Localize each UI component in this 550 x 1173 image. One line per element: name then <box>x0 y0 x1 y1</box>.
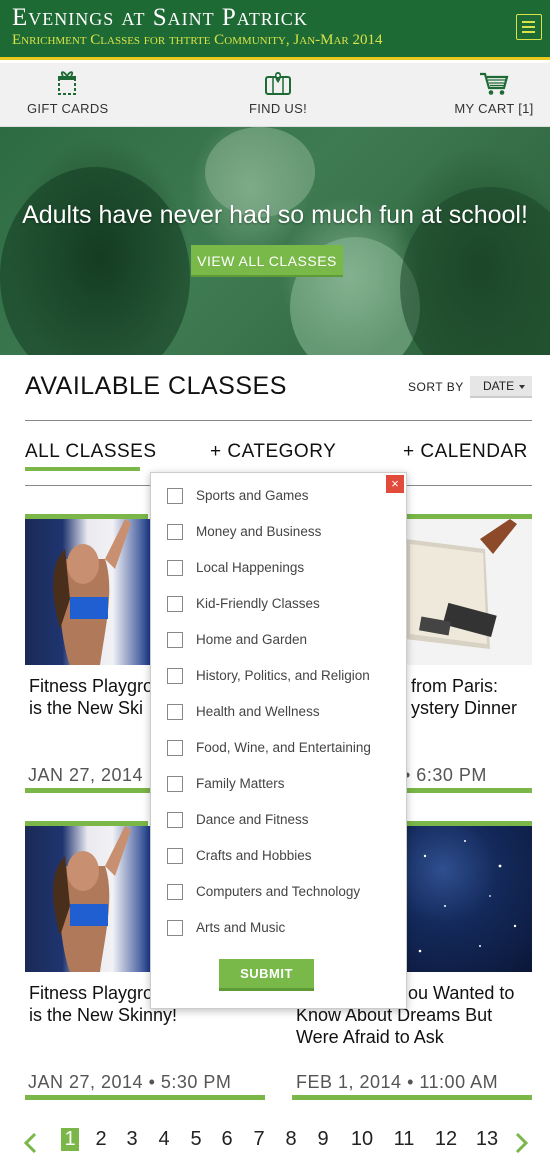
find-us-link[interactable]: FIND US! <box>240 69 316 116</box>
page-13[interactable]: 13 <box>470 1128 504 1151</box>
checkbox[interactable] <box>167 560 183 576</box>
page-1[interactable]: 1 <box>61 1128 79 1151</box>
page-12[interactable]: 12 <box>429 1128 463 1151</box>
page-11[interactable]: 11 <box>387 1128 421 1151</box>
class-card-image[interactable] <box>405 519 532 665</box>
shopping-cart-icon <box>480 72 509 95</box>
book-and-gun-photo <box>405 519 517 649</box>
page-6[interactable]: 6 <box>214 1128 240 1151</box>
checkbox[interactable] <box>167 776 183 792</box>
class-card-date: JAN 27, 2014 <box>28 765 144 785</box>
find-us-label: FIND US! <box>248 101 307 116</box>
page-4[interactable]: 4 <box>151 1128 177 1151</box>
page-9[interactable]: 9 <box>310 1128 336 1151</box>
fitness-photo <box>53 826 131 972</box>
menu-line-icon <box>522 31 535 33</box>
checkbox[interactable] <box>167 740 183 756</box>
card-accent-bar <box>292 1095 532 1100</box>
chevron-right-icon[interactable] <box>514 1132 530 1154</box>
class-card-date: • 6:30 PM <box>404 765 487 785</box>
sort-select[interactable]: DATE <box>470 376 532 398</box>
checkbox[interactable] <box>167 524 183 540</box>
chevron-left-icon[interactable] <box>22 1132 38 1154</box>
checkbox[interactable] <box>167 668 183 684</box>
checkbox[interactable] <box>167 704 183 720</box>
class-card-title[interactable]: from Paris: ystery Dinner <box>411 675 517 719</box>
hero-photo-figure <box>0 167 190 355</box>
menu-line-icon <box>522 21 535 23</box>
site-subtitle: Enrichment Classes for thtrte Community,… <box>12 32 383 48</box>
page-5[interactable]: 5 <box>183 1128 209 1151</box>
pagination: 1 2 3 4 5 6 7 8 9 10 11 12 13 <box>0 1128 550 1158</box>
caret-down-icon <box>519 385 525 389</box>
page-7[interactable]: 7 <box>246 1128 272 1151</box>
my-cart-label: MY CART [1] <box>454 101 534 116</box>
fitness-photo <box>53 519 131 665</box>
gift-icon <box>58 71 76 95</box>
view-all-classes-button[interactable]: VIEW ALL CLASSES <box>191 245 343 277</box>
menu-line-icon <box>522 26 535 28</box>
utility-toolbar: GIFT CARDS FIND US! MY CART [1] <box>0 63 550 127</box>
hero-banner: Adults have never had so much fun at sch… <box>0 127 550 355</box>
class-card-date: JAN 27, 2014 • 5:30 PM <box>28 1072 232 1092</box>
checkbox[interactable] <box>167 488 183 504</box>
checkbox[interactable] <box>167 632 183 648</box>
close-icon[interactable]: × <box>386 475 404 493</box>
page-2[interactable]: 2 <box>88 1128 114 1151</box>
card-accent-bar <box>25 1095 265 1100</box>
class-card-image[interactable] <box>25 519 150 665</box>
page-10[interactable]: 10 <box>345 1128 379 1151</box>
active-tab-indicator <box>25 467 140 471</box>
checkbox[interactable] <box>167 848 183 864</box>
page-8[interactable]: 8 <box>278 1128 304 1151</box>
sort-label: SORT BY <box>408 380 464 394</box>
site-header: Evenings at Saint Patrick Enrichment Cla… <box>0 0 550 60</box>
submit-button[interactable]: SUBMIT <box>219 959 314 991</box>
site-title[interactable]: Evenings at Saint Patrick <box>12 4 308 32</box>
map-icon <box>265 72 291 95</box>
class-card-image[interactable] <box>405 826 532 972</box>
tab-all-classes[interactable]: ALL CLASSES <box>25 441 157 463</box>
checkbox[interactable] <box>167 596 183 612</box>
class-card-image[interactable] <box>25 826 150 972</box>
hamburger-menu-button[interactable] <box>516 14 542 40</box>
starry-sky-photo <box>418 840 517 953</box>
card-accent-bar <box>405 788 532 793</box>
gift-cards-label: GIFT CARDS <box>27 101 109 116</box>
card-accent-bar <box>25 788 150 793</box>
class-card-title[interactable]: Fitness Playgro is the New Ski <box>29 675 153 719</box>
checkbox[interactable] <box>167 920 183 936</box>
checkbox[interactable] <box>167 884 183 900</box>
hero-headline: Adults have never had so much fun at sch… <box>22 201 528 229</box>
my-cart-link[interactable]: MY CART [1] <box>452 69 536 116</box>
category-filter-dropdown: × Sports and Games Money and Business Lo… <box>150 472 407 1009</box>
tab-calendar[interactable]: + CALENDAR <box>403 441 528 463</box>
sort-select-value: DATE <box>483 379 515 393</box>
gift-cards-link[interactable]: GIFT CARDS <box>27 69 109 116</box>
class-card-date: FEB 1, 2014 • 11:00 AM <box>296 1072 499 1092</box>
section-title: AVAILABLE CLASSES <box>25 372 287 400</box>
checkbox[interactable] <box>167 812 183 828</box>
divider <box>25 420 532 421</box>
tab-category[interactable]: + CATEGORY <box>210 441 336 463</box>
page-3[interactable]: 3 <box>119 1128 145 1151</box>
